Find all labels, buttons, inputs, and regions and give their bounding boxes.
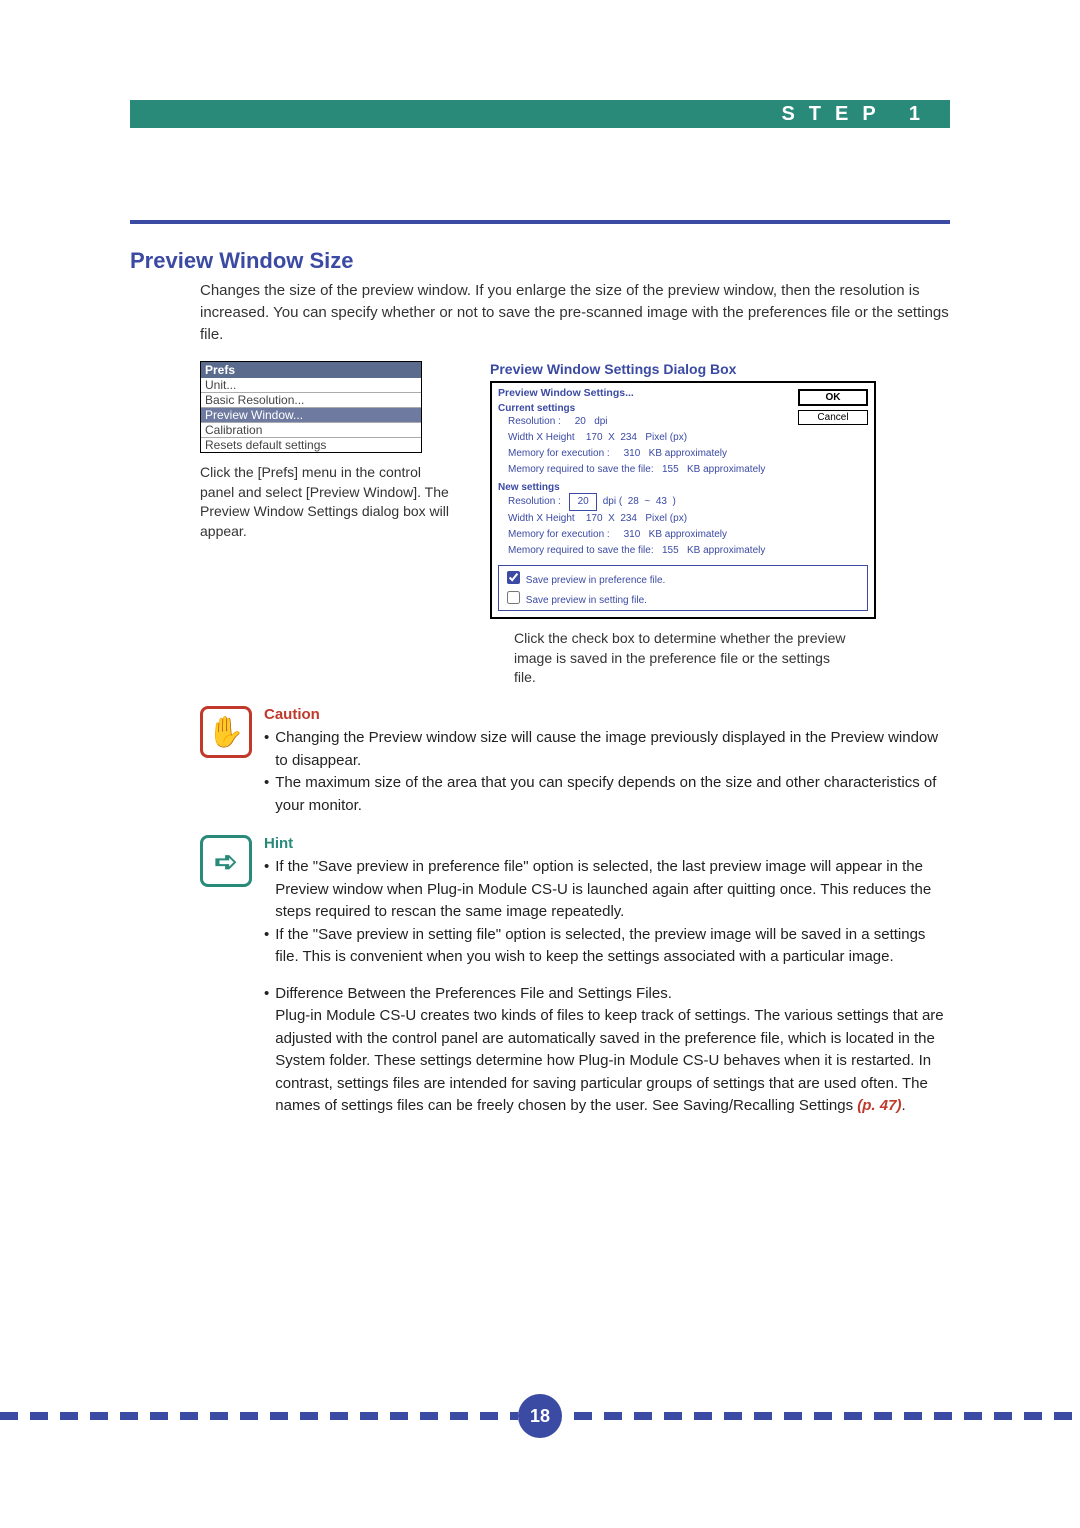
label: Memory required to save the file: [508,464,654,475]
unit: KB approximately [687,464,765,475]
divider [130,220,950,224]
label: Save preview in setting file. [526,595,647,606]
text: If the "Save preview in preference file"… [275,856,950,924]
ok-button[interactable]: OK [798,389,868,406]
save-in-setting-checkbox[interactable]: Save preview in setting file. [503,588,863,608]
value: 155 [662,545,679,556]
label: Memory for execution : [508,529,610,540]
menu-item-preview-window[interactable]: Preview Window... [201,408,421,423]
label: Resolution : [508,416,561,427]
new-mem-save: Memory required to save the file: 155 KB… [508,543,868,559]
preview-window-settings-dialog: OK Cancel Preview Window Settings... Cur… [490,381,876,619]
value: 20 [575,416,586,427]
section-intro: Changes the size of the preview window. … [200,280,950,345]
checkbox-icon[interactable] [507,591,520,604]
menu-caption: Click the [Prefs] menu in the control pa… [200,463,450,541]
unit-prefix: dpi ( [603,496,622,507]
page-bar: 18 [0,1394,1080,1438]
hint-icon: ➪ [200,835,252,887]
menu-item-unit[interactable]: Unit... [201,378,421,393]
new-resolution: Resolution : 20 dpi ( 28 ~ 43 ) [508,493,868,511]
current-wh: Width X Height 170 X 234 Pixel (px) [508,430,868,446]
label: Memory for execution : [508,448,610,459]
text: The maximum size of the area that you ca… [275,772,950,817]
hint-item: •If the "Save preview in preference file… [264,856,950,924]
step-label: STEP 1 [781,100,934,128]
label: Width X Height [508,513,575,524]
current-mem-save: Memory required to save the file: 155 KB… [508,462,868,478]
label: Memory required to save the file: [508,545,654,556]
value: 310 [624,448,641,459]
checkbox-icon[interactable] [507,571,520,584]
current-mem-exec: Memory for execution : 310 KB approximat… [508,446,868,462]
diff-end: . [901,1097,905,1114]
cancel-button[interactable]: Cancel [798,410,868,425]
unit: KB approximately [687,545,765,556]
menu-item-calibration[interactable]: Calibration [201,423,421,438]
label: Save preview in preference file. [526,575,666,586]
page-number-badge: 18 [518,1394,562,1438]
caution-icon: ✋ [200,706,252,758]
diff-title: Difference Between the Preferences File … [275,985,672,1002]
dialog-caption: Click the check box to determine whether… [514,629,854,688]
unit: dpi [594,416,607,427]
prefs-menu-title[interactable]: Prefs [201,362,421,378]
save-options-group: Save preview in preference file. Save pr… [498,565,868,611]
step-bar: STEP 1 [130,100,950,128]
prefs-menu: Prefs Unit... Basic Resolution... Previe… [200,361,422,453]
hint-title: Hint [264,835,950,852]
diff-body: Plug-in Module CS-U creates two kinds of… [275,1007,943,1114]
new-mem-exec: Memory for execution : 310 KB approximat… [508,527,868,543]
max: 43 [656,496,667,507]
value: 155 [662,464,679,475]
divider-dashes-right [562,1412,1080,1420]
section-title: Preview Window Size [130,248,950,274]
caution-item: •Changing the Preview window size will c… [264,727,950,772]
new-wh: Width X Height 170 X 234 Pixel (px) [508,511,868,527]
h: 234 [620,432,637,443]
caution-title: Caution [264,706,950,723]
menu-item-basic-resolution[interactable]: Basic Resolution... [201,393,421,408]
resolution-input[interactable]: 20 [569,493,597,511]
page-ref-link[interactable]: (p. 47) [857,1097,901,1114]
label: Resolution : [508,496,561,507]
menu-item-resets-defaults[interactable]: Resets default settings [201,438,421,452]
text: If the "Save preview in setting file" op… [275,924,950,969]
unit: KB approximately [649,448,727,459]
divider-dashes-left [0,1412,518,1420]
caution-item: •The maximum size of the area that you c… [264,772,950,817]
unit: KB approximately [649,529,727,540]
tilde: ~ [644,496,650,507]
value: 310 [624,529,641,540]
unit: Pixel (px) [645,513,687,524]
w: 170 [586,432,603,443]
text: Changing the Preview window size will ca… [275,727,950,772]
x: X [608,513,615,524]
min: 28 [628,496,639,507]
hint-item: •If the "Save preview in setting file" o… [264,924,950,969]
label: Width X Height [508,432,575,443]
new-settings-title: New settings [498,482,868,493]
h: 234 [620,513,637,524]
unit: Pixel (px) [645,432,687,443]
unit-suffix: ) [673,496,676,507]
dialog-label: Preview Window Settings Dialog Box [490,361,950,377]
save-in-preference-checkbox[interactable]: Save preview in preference file. [503,568,863,588]
hint-diff: • Difference Between the Preferences Fil… [264,983,950,1118]
x: X [608,432,615,443]
w: 170 [586,513,603,524]
